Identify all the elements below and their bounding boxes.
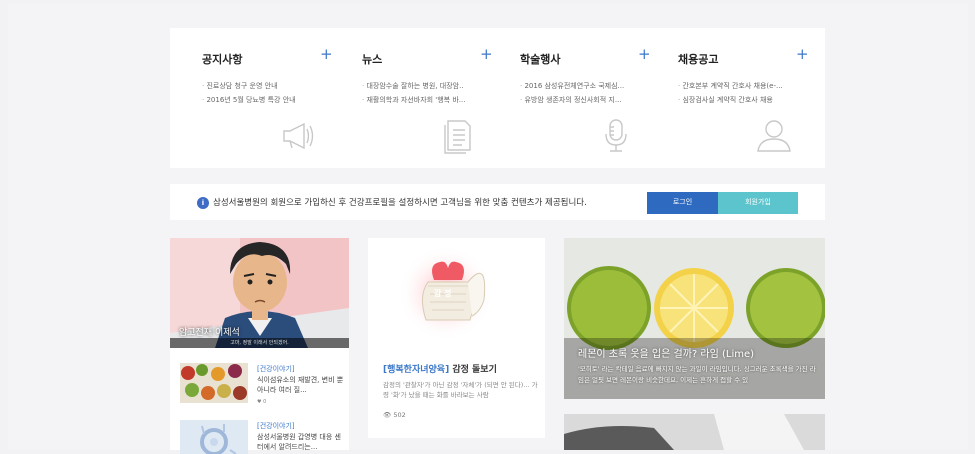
list-item[interactable]: 2016 삼성유전체연구소 국제심... (520, 79, 648, 93)
article-title: 삼성서울병원 갑영병 대응 센터에서 알려드리는... (257, 433, 341, 451)
list-item[interactable]: [건강이야기] 삼성서울병원 갑영병 대응 센터에서 알려드리는... (180, 420, 345, 454)
column-title[interactable]: 학술행사 (520, 51, 560, 67)
info-icon: i (197, 197, 209, 209)
article-title: 식이섬유소의 재발견, 변비 뿐 아니라 여러 질... (257, 376, 344, 394)
article-category: [건강이야기] (257, 365, 295, 373)
column-title[interactable]: 채용공고 (678, 51, 718, 67)
list-item[interactable]: 유방암 생존자의 정신사회적 지... (520, 93, 648, 107)
eye-icon: 👁 (383, 411, 392, 419)
notice-column-announcements: 공지사항 + 진료상담 청구 운영 안내 2016년 5월 당뇨병 특강 안내 (170, 28, 333, 168)
list-item[interactable]: 대장암수술 잘하는 병원, 대장암.. (362, 79, 490, 93)
list-item[interactable]: 심장검사실 계약직 간호사 채용 (678, 93, 806, 107)
emotion-badge: 감 정 (434, 289, 452, 298)
article-heading: 감정 돌보기 (452, 365, 497, 375)
webtoon-card: 암고전재 이제석 고마, 정말 이래서 안되겠어. [건강이야기] 식이섬유소의… (170, 238, 349, 454)
webtoon-caption: 고마, 정말 이래서 안되겠어. (170, 338, 349, 348)
login-bar: i 삼성서울병원의 회원으로 가입하신 후 건강프로필을 설정하시면 고객님을 … (170, 184, 825, 220)
column-title[interactable]: 공지사항 (202, 51, 242, 67)
list-item[interactable]: [건강이야기] 식이섬유소의 재발견, 변비 뿐 아니라 여러 질... ♥ 0 (180, 363, 345, 411)
webtoon-title: 암고전재 이제석 (179, 328, 240, 338)
notice-panel: 공지사항 + 진료상담 청구 운영 안내 2016년 5월 당뇨병 특강 안내 … (170, 28, 825, 168)
notice-list: 2016 삼성유전체연구소 국제심... 유방암 생존자의 정신사회적 지... (520, 79, 648, 107)
article-card-emotion[interactable]: 감 정 [행복한자녀양육] 감정 돌보기 감정의 '관찰자'가 아닌 감정 '자… (368, 238, 545, 438)
microphone-icon (605, 119, 627, 152)
login-button[interactable]: 로그인 (647, 192, 718, 214)
megaphone-icon (283, 122, 314, 150)
list-item[interactable]: 진료상담 청구 운영 안내 (202, 79, 330, 93)
signup-button[interactable]: 회원가입 (718, 192, 798, 214)
notice-list: 진료상담 청구 운영 안내 2016년 5월 당뇨병 특강 안내 (202, 79, 330, 107)
article-title: [행복한자녀양육] 감정 돌보기 (383, 362, 497, 375)
article-card-lime[interactable]: 레몬이 초록 옷을 입은 걸까? 라임 (Lime) '모히토' 라는 칵테일 … (564, 238, 825, 399)
webtoon-banner[interactable]: 암고전재 이제석 고마, 정말 이래서 안되겠어. (170, 238, 349, 348)
article-category: [행복한자녀양육] (383, 365, 450, 375)
like-count: ♥ 0 (257, 399, 267, 405)
article-title: 레몬이 초록 옷을 입은 걸까? 라임 (Lime) (578, 349, 755, 360)
article-thumbnail (180, 420, 248, 454)
list-item[interactable]: 재활의학과 자선바자회 '행복 바... (362, 93, 490, 107)
notice-list: 대장암수술 잘하는 병원, 대장암.. 재활의학과 자선바자회 '행복 바... (362, 79, 490, 107)
article-thumbnail (180, 363, 248, 403)
notice-list: 간호본부 계약직 간호사 채용(e-... 심장검사실 계약직 간호사 채용 (678, 79, 806, 107)
article-card-doctor[interactable] (564, 414, 825, 450)
notice-column-news: 뉴스 + 대장암수술 잘하는 병원, 대장암.. 재활의학과 자선바자회 '행복… (330, 28, 493, 168)
view-count-value: 502 (393, 411, 406, 419)
more-plus-icon[interactable]: + (796, 47, 809, 62)
article-description: '모히토' 라는 칵테일 음료에 빠지지 않는 과일이 라임입니다. 싱그러운 … (578, 365, 816, 384)
doctor-illustration (564, 414, 825, 450)
login-message: 삼성서울병원의 회원으로 가입하신 후 건강프로필을 설정하시면 고객님을 위한… (213, 198, 587, 208)
article-category: [건강이야기] (257, 422, 295, 430)
column-title[interactable]: 뉴스 (362, 51, 382, 67)
notice-column-recruit: 채용공고 + 간호본부 계약직 간호사 채용(e-... 심장검사실 계약직 간… (646, 28, 809, 168)
list-item[interactable]: 간호본부 계약직 간호사 채용(e-... (678, 79, 806, 93)
emotion-illustration (398, 245, 494, 341)
notice-column-academic: 학술행사 + 2016 삼성유전체연구소 국제심... 유방암 생존자의 정신사… (488, 28, 651, 168)
article-description: 감정의 '관찰자'가 아닌 감정 '자체'가 (되면 안 된다)... 가령 '… (383, 381, 538, 399)
document-icon (444, 120, 471, 154)
person-icon (757, 120, 791, 152)
list-item[interactable]: 2016년 5월 당뇨병 특강 안내 (202, 93, 330, 107)
view-count: 👁 502 (383, 411, 406, 419)
